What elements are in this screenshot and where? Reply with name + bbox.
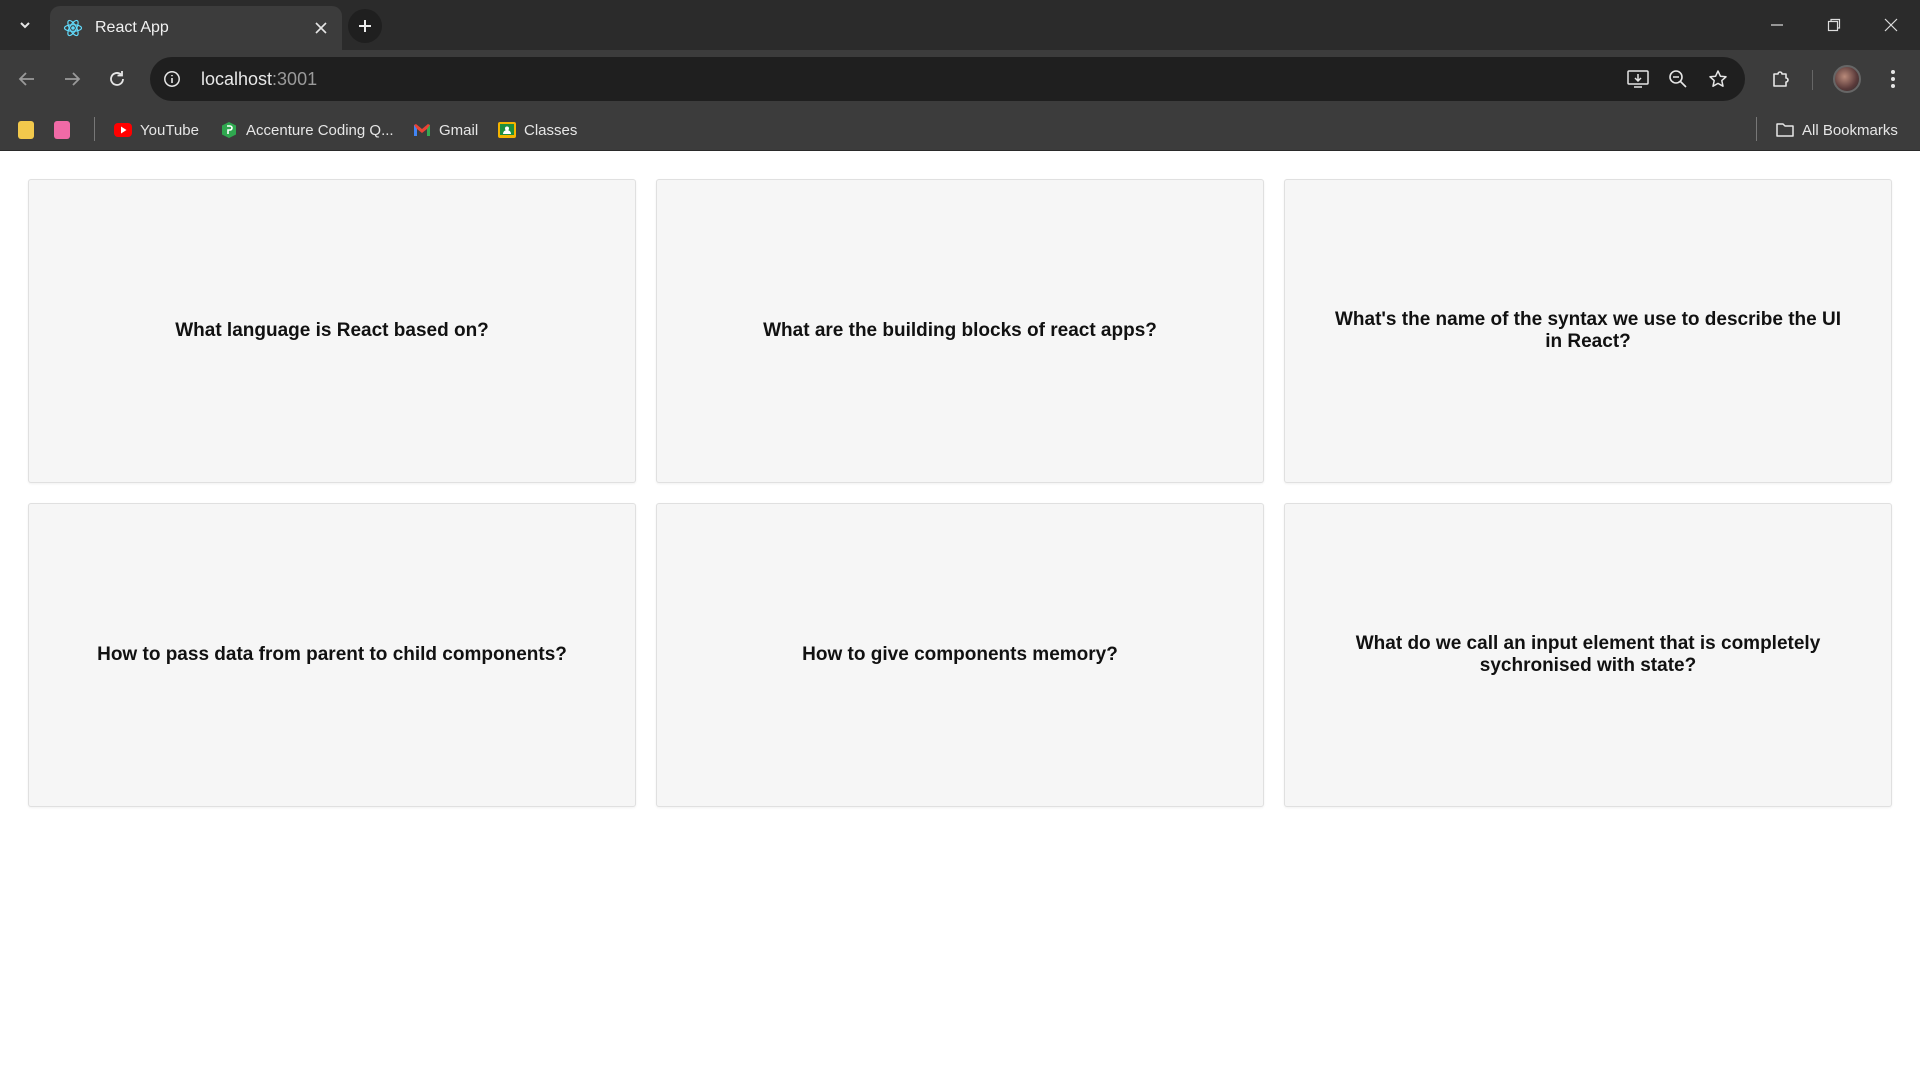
- site-info-icon[interactable]: [155, 62, 189, 96]
- all-bookmarks-label: All Bookmarks: [1802, 121, 1898, 139]
- folder-icon: [1776, 121, 1794, 139]
- flashcard-question: What's the name of the syntax we use to …: [1334, 309, 1842, 352]
- accenture-icon: [220, 121, 238, 139]
- toolbar-divider: [1812, 70, 1813, 90]
- all-bookmarks-button[interactable]: All Bookmarks: [1776, 117, 1898, 143]
- bookmark-label: Gmail: [439, 121, 479, 139]
- bookmarks-divider: [94, 117, 95, 141]
- tab-strip: React App: [0, 0, 1920, 50]
- flashcards-grid: What language is React based on? What ar…: [28, 179, 1892, 807]
- flashcard-question: How to give components memory?: [802, 644, 1118, 665]
- bookmark-label: Classes: [524, 121, 578, 139]
- page-content: What language is React based on? What ar…: [0, 151, 1920, 1080]
- new-tab-button[interactable]: [348, 9, 382, 43]
- flashcard-question: How to pass data from parent to child co…: [97, 644, 567, 665]
- react-logo-icon: [63, 18, 83, 38]
- bookmark-star-icon[interactable]: [1701, 62, 1735, 96]
- bookmark-label: Accenture Coding Q...: [246, 121, 394, 139]
- tab-search-chevron-icon[interactable]: [12, 12, 38, 38]
- plus-icon: [359, 20, 371, 32]
- install-app-icon[interactable]: [1621, 62, 1655, 96]
- flashcard[interactable]: What language is React based on?: [28, 179, 636, 483]
- flashcard[interactable]: What's the name of the syntax we use to …: [1284, 179, 1892, 483]
- tab-close-icon[interactable]: [308, 15, 334, 41]
- kebab-menu-icon[interactable]: [1876, 62, 1910, 96]
- zoom-icon[interactable]: [1661, 62, 1695, 96]
- bookmark-gmail[interactable]: Gmail: [413, 117, 478, 143]
- flashcard[interactable]: How to pass data from parent to child co…: [28, 503, 636, 807]
- extensions-puzzle-icon[interactable]: [1764, 62, 1798, 96]
- flashcard-question: What are the building blocks of react ap…: [763, 320, 1157, 341]
- address-bar[interactable]: localhost:3001: [150, 57, 1745, 101]
- bookmark-accenture[interactable]: Accenture Coding Q...: [220, 117, 394, 143]
- restore-window-icon[interactable]: [1805, 0, 1863, 50]
- gmail-icon: [413, 121, 431, 139]
- minimize-window-icon[interactable]: [1748, 0, 1806, 50]
- avatar: [1833, 65, 1861, 93]
- classroom-icon: [498, 121, 516, 139]
- flashcard[interactable]: What do we call an input element that is…: [1284, 503, 1892, 807]
- bookmark-label: YouTube: [140, 121, 199, 139]
- pink-square-icon: [54, 121, 70, 139]
- active-tab[interactable]: React App: [50, 6, 342, 50]
- youtube-icon: [114, 121, 132, 139]
- bookmark-youtube[interactable]: YouTube: [114, 117, 199, 143]
- bookmarks-divider: [1756, 117, 1757, 141]
- bookmarks-bar: YouTube Accenture Coding Q... Gmail Clas…: [0, 108, 1920, 151]
- browser-toolbar: localhost:3001: [0, 50, 1920, 108]
- bookmark-pink[interactable]: [54, 117, 70, 143]
- flashcard[interactable]: How to give components memory?: [656, 503, 1264, 807]
- bookmark-classes[interactable]: Classes: [498, 117, 577, 143]
- flashcard[interactable]: What are the building blocks of react ap…: [656, 179, 1264, 483]
- back-arrow-icon[interactable]: [10, 62, 44, 96]
- flashcard-question: What language is React based on?: [175, 320, 489, 341]
- url-text[interactable]: localhost:3001: [201, 69, 317, 90]
- yellow-square-icon: [18, 121, 34, 139]
- close-window-icon[interactable]: [1862, 0, 1920, 50]
- url-port: :3001: [272, 68, 318, 89]
- forward-arrow-icon[interactable]: [55, 62, 89, 96]
- reload-icon[interactable]: [100, 62, 134, 96]
- tab-title: React App: [95, 19, 169, 36]
- url-host: localhost: [201, 68, 273, 89]
- flashcard-question: What do we call an input element that is…: [1355, 633, 1821, 676]
- profile-avatar[interactable]: [1830, 62, 1864, 96]
- bookmark-yellow[interactable]: [18, 117, 34, 143]
